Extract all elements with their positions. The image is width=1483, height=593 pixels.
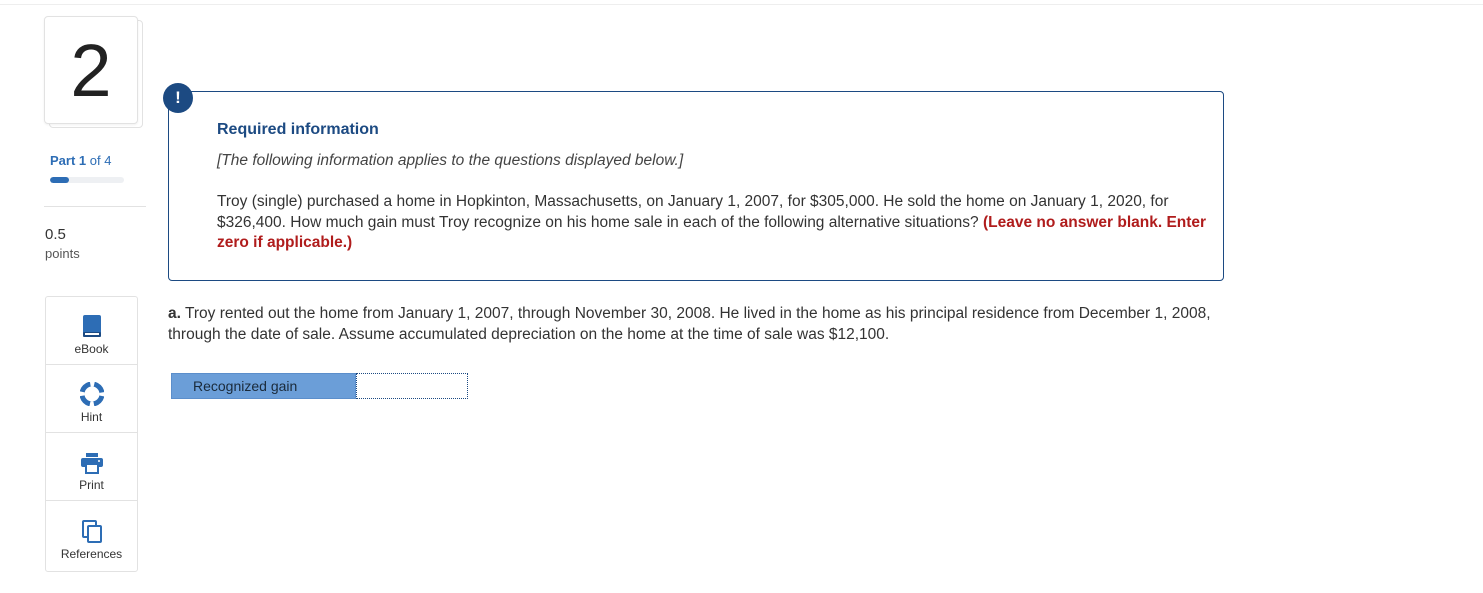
required-info-subtitle: [The following information applies to th…	[217, 152, 684, 169]
references-label: References	[60, 547, 123, 561]
question-part-a: a. Troy rented out the home from January…	[168, 304, 1228, 345]
recognized-gain-label: Recognized gain	[171, 373, 356, 399]
part-total: of 4	[89, 153, 112, 168]
required-info-title: Required information	[217, 121, 379, 138]
part-prefix: Part	[50, 153, 76, 168]
part-indicator: Part 1 of 4	[50, 153, 111, 168]
recognized-gain-input[interactable]	[356, 373, 468, 399]
documents-icon	[81, 520, 102, 543]
required-info-body: Troy (single) purchased a home in Hopkin…	[217, 192, 1207, 254]
tools-panel: eBook Hint Print References	[45, 296, 138, 572]
lifebuoy-icon	[79, 382, 104, 406]
ebook-button[interactable]: eBook	[46, 297, 137, 365]
hint-label: Hint	[80, 410, 103, 424]
top-rule	[0, 4, 1483, 5]
print-button[interactable]: Print	[46, 433, 137, 501]
part-progress-fill	[50, 177, 69, 183]
points-value: 0.5	[45, 226, 66, 243]
points-label: points	[45, 246, 80, 261]
print-label: Print	[79, 478, 104, 492]
part-current: 1	[78, 153, 87, 168]
printer-icon	[80, 453, 103, 474]
question-number: 2	[44, 16, 138, 124]
book-icon	[82, 315, 101, 337]
ebook-label: eBook	[74, 342, 109, 356]
sidebar-divider	[44, 206, 146, 207]
hint-button[interactable]: Hint	[46, 365, 137, 433]
alert-icon: !	[163, 83, 193, 113]
part-progress-bar	[50, 177, 124, 183]
question-prefix: a.	[168, 305, 181, 322]
references-button[interactable]: References	[46, 501, 137, 569]
question-text: Troy rented out the home from January 1,…	[168, 305, 1211, 343]
answer-row: Recognized gain	[171, 373, 468, 399]
